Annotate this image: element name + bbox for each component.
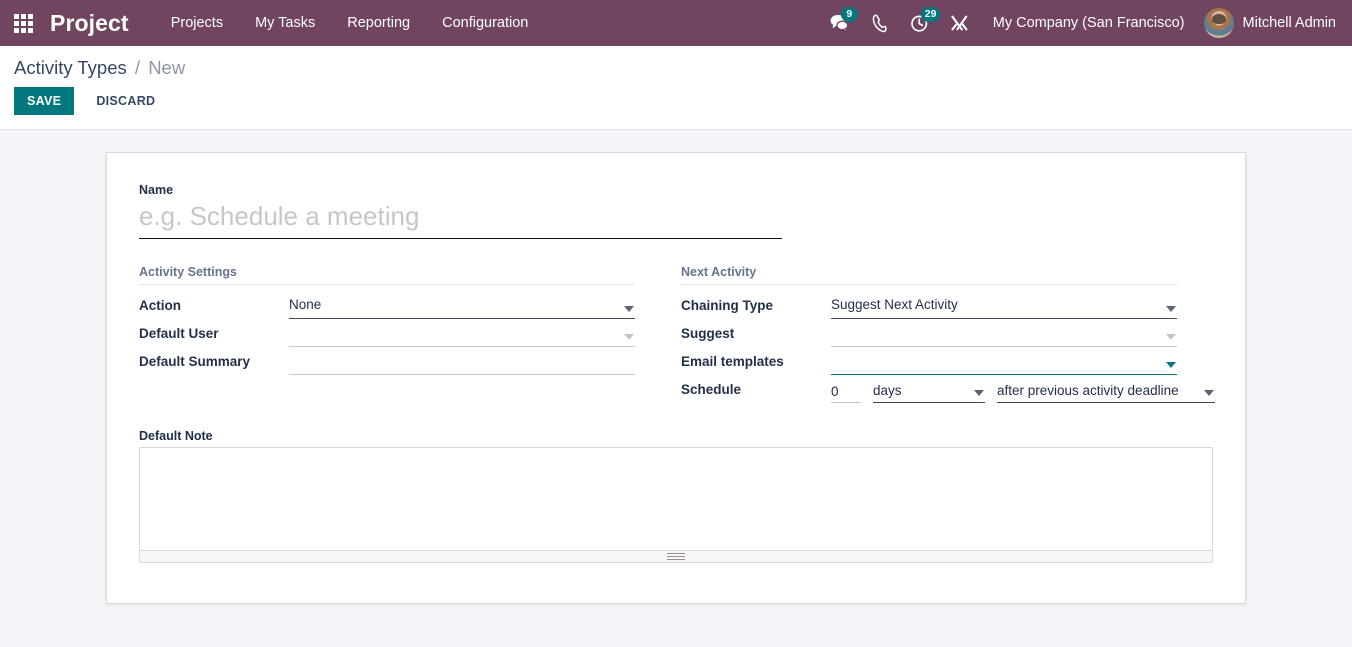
activity-clock-icon[interactable]: 29 [900, 0, 940, 46]
user-avatar [1204, 8, 1234, 38]
activity-settings-group: Activity Settings Action None Default Us… [139, 265, 635, 403]
name-field-group: Name [139, 183, 1213, 239]
default-note-editor[interactable] [139, 447, 1213, 551]
chaining-type-select[interactable]: Suggest Next Activity [831, 293, 1177, 319]
systray: 9 29 My Company (San Francisco) Mitchell… [820, 0, 1342, 46]
chevron-down-icon[interactable] [624, 306, 634, 312]
menu-item-projects[interactable]: Projects [155, 0, 239, 46]
schedule-unit-select[interactable]: days [873, 379, 985, 403]
user-name-label: Mitchell Admin [1243, 15, 1336, 31]
activity-settings-title: Activity Settings [139, 265, 635, 285]
field-row-email-templates: Email templates [681, 347, 1177, 375]
email-templates-select[interactable] [831, 349, 1177, 375]
schedule-label: Schedule [681, 376, 831, 403]
discard-button[interactable]: DISCARD [84, 87, 167, 115]
top-navbar: Project Projects My Tasks Reporting Conf… [0, 0, 1352, 46]
save-button[interactable]: SAVE [14, 87, 74, 115]
breadcrumb: Activity Types / New [14, 56, 1352, 80]
user-menu[interactable]: Mitchell Admin [1198, 0, 1342, 46]
default-note-label: Default Note [139, 429, 1213, 443]
default-summary-field[interactable] [289, 349, 635, 375]
apps-grid-icon[interactable] [6, 0, 40, 46]
field-row-default-summary: Default Summary [139, 347, 635, 375]
menu-item-reporting[interactable]: Reporting [331, 0, 426, 46]
messages-count-badge: 9 [841, 7, 858, 22]
schedule-reference-select[interactable]: after previous activity deadline [997, 379, 1215, 403]
next-activity-title: Next Activity [681, 265, 1177, 285]
action-value: None [289, 295, 635, 317]
default-user-value [289, 333, 635, 335]
chaining-type-label: Chaining Type [681, 292, 831, 319]
default-summary-input[interactable] [289, 351, 635, 373]
default-summary-label: Default Summary [139, 348, 289, 375]
settings-groups: Activity Settings Action None Default Us… [139, 265, 1213, 403]
breadcrumb-current-new: New [148, 57, 185, 78]
phone-icon[interactable] [860, 0, 900, 46]
schedule-controls: days after previous activity deadline [831, 379, 1215, 403]
breadcrumb-item-activity-types[interactable]: Activity Types [14, 57, 127, 78]
chevron-down-icon[interactable] [1166, 362, 1176, 368]
chevron-down-icon[interactable] [1166, 334, 1176, 340]
main-menu: Projects My Tasks Reporting Configuratio… [155, 0, 545, 46]
chevron-down-icon[interactable] [974, 390, 984, 396]
name-input[interactable] [139, 199, 782, 239]
wrench-icon[interactable] [940, 0, 980, 46]
next-activity-group: Next Activity Chaining Type Suggest Next… [681, 265, 1177, 403]
sheet-container: Name Activity Settings Action None [0, 130, 1352, 646]
activities-count-badge: 29 [921, 7, 941, 22]
chevron-down-icon[interactable] [624, 334, 634, 340]
default-user-label: Default User [139, 320, 289, 347]
menu-item-my-tasks[interactable]: My Tasks [239, 0, 331, 46]
menu-item-configuration[interactable]: Configuration [426, 0, 544, 46]
app-brand-title[interactable]: Project [50, 0, 129, 46]
company-switcher[interactable]: My Company (San Francisco) [980, 0, 1198, 46]
name-label: Name [139, 183, 1213, 197]
email-templates-value [831, 361, 1177, 363]
resize-grip-icon[interactable] [667, 553, 685, 562]
chevron-down-icon[interactable] [1166, 306, 1176, 312]
default-note-group: Default Note [139, 429, 1213, 563]
action-label: Action [139, 292, 289, 319]
schedule-amount-input[interactable] [831, 384, 861, 403]
field-row-suggest: Suggest [681, 319, 1177, 347]
suggest-select[interactable] [831, 321, 1177, 347]
field-row-default-user: Default User [139, 319, 635, 347]
schedule-reference-value: after previous activity deadline [997, 381, 1199, 401]
chaining-type-value: Suggest Next Activity [831, 295, 1177, 317]
form-sheet: Name Activity Settings Action None [106, 152, 1246, 604]
email-templates-label: Email templates [681, 348, 831, 375]
field-row-schedule: Schedule days after previous activity de… [681, 375, 1177, 403]
field-row-chaining-type: Chaining Type Suggest Next Activity [681, 291, 1177, 319]
suggest-value [831, 333, 1177, 335]
schedule-unit-value: days [873, 381, 922, 401]
default-note-statusbar [139, 551, 1213, 563]
action-select[interactable]: None [289, 293, 635, 319]
control-panel: Activity Types / New SAVE DISCARD [0, 46, 1352, 130]
messages-icon[interactable]: 9 [820, 0, 860, 46]
default-user-select[interactable] [289, 321, 635, 347]
breadcrumb-separator: / [135, 57, 140, 78]
control-panel-buttons: SAVE DISCARD [14, 87, 1352, 115]
suggest-label: Suggest [681, 320, 831, 347]
chevron-down-icon[interactable] [1204, 390, 1214, 396]
field-row-action: Action None [139, 291, 635, 319]
